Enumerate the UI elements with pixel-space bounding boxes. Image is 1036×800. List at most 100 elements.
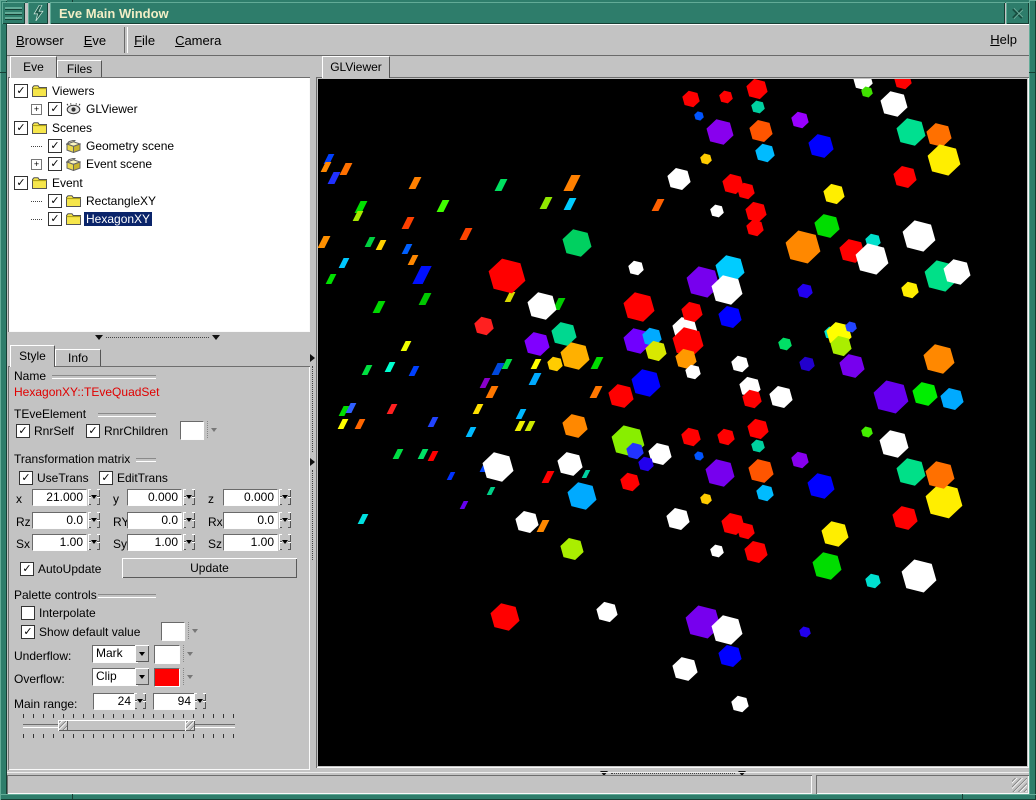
field-rz-spinner[interactable] bbox=[88, 512, 100, 528]
tree-item-scenes[interactable]: ✓ Scenes bbox=[9, 120, 94, 136]
field-label-x: x bbox=[16, 492, 22, 506]
vertical-splitter-arrow[interactable] bbox=[310, 354, 315, 362]
autoupdate-checkbox[interactable]: ✓ bbox=[20, 562, 34, 576]
tree-item-rectanglexy[interactable]: ✓ RectangleXY bbox=[9, 193, 158, 209]
slider-handle-right[interactable] bbox=[185, 720, 195, 731]
overflow-color-dropdown[interactable] bbox=[183, 668, 196, 685]
field-ry-spinner[interactable] bbox=[183, 512, 195, 528]
tree-expander-icon[interactable]: + bbox=[31, 104, 42, 115]
tab-style[interactable]: Style bbox=[10, 345, 55, 367]
tree-item-event[interactable]: ✓ Event bbox=[9, 175, 85, 191]
range-min-spinner[interactable] bbox=[134, 693, 146, 709]
tree-checkbox[interactable]: ✓ bbox=[48, 102, 62, 116]
overflow-color-swatch[interactable] bbox=[154, 668, 180, 687]
tree-item-label[interactable]: Event bbox=[50, 176, 85, 190]
showdefault-color-dropdown[interactable] bbox=[188, 622, 201, 639]
tree-item-hexagonxy[interactable]: ✓ HexagonXY bbox=[9, 211, 152, 227]
tree-item-label[interactable]: HexagonXY bbox=[84, 212, 152, 226]
menu-item-camera[interactable]: Camera bbox=[171, 33, 225, 48]
tree-item-viewers[interactable]: ✓ Viewers bbox=[9, 83, 96, 99]
tab-info[interactable]: Info bbox=[55, 349, 101, 367]
field-x-spinner[interactable] bbox=[88, 489, 100, 505]
showdefault-checkbox[interactable]: ✓ bbox=[21, 625, 35, 639]
field-sy-spinner[interactable] bbox=[183, 534, 195, 550]
menu-item-file[interactable]: File bbox=[130, 33, 159, 48]
menu-item-eve[interactable]: Eve bbox=[80, 33, 110, 48]
field-rx-spinner[interactable] bbox=[279, 512, 291, 528]
gl-hexagon-shape bbox=[926, 484, 963, 519]
resize-grip[interactable] bbox=[1012, 778, 1027, 792]
underflow-combobox[interactable]: Mark bbox=[92, 645, 138, 663]
tree-item-label[interactable]: Scenes bbox=[50, 121, 94, 135]
window-frame-left[interactable] bbox=[0, 0, 7, 800]
tab-files[interactable]: Files bbox=[57, 60, 102, 78]
gl-hexagon-shape bbox=[638, 457, 653, 472]
underflow-color-swatch[interactable] bbox=[154, 645, 180, 664]
tree-checkbox[interactable]: ✓ bbox=[48, 212, 62, 226]
left-horizontal-splitter[interactable] bbox=[95, 333, 220, 342]
interpolate-checkbox[interactable] bbox=[21, 606, 35, 620]
tab-eve[interactable]: Eve bbox=[10, 56, 57, 78]
titlebar[interactable]: Eve Main Window bbox=[50, 2, 1005, 24]
window-menu-button[interactable] bbox=[2, 2, 25, 24]
field-rz-input[interactable]: 0.0 bbox=[32, 512, 87, 529]
field-x-input[interactable]: 21.000 bbox=[32, 489, 87, 506]
field-sx-input[interactable]: 1.00 bbox=[32, 534, 87, 551]
overflow-combobox[interactable]: Clip bbox=[92, 668, 138, 686]
gl-quad-shape bbox=[418, 449, 429, 459]
tree-item-label[interactable]: RectangleXY bbox=[84, 194, 158, 208]
gl-quad-shape bbox=[402, 217, 415, 229]
tree-item-label[interactable]: Viewers bbox=[50, 84, 96, 98]
update-button[interactable]: Update bbox=[122, 558, 297, 578]
range-max-input[interactable]: 94 bbox=[153, 693, 195, 710]
vertical-splitter-arrow[interactable] bbox=[310, 458, 315, 466]
field-label-rz: Rz bbox=[16, 515, 31, 529]
showdefault-color-swatch[interactable] bbox=[161, 622, 185, 641]
field-sy-input[interactable]: 1.00 bbox=[127, 534, 182, 551]
tree-item-label[interactable]: Event scene bbox=[84, 157, 154, 171]
overflow-combo-button[interactable] bbox=[135, 668, 149, 685]
close-button[interactable] bbox=[1006, 2, 1029, 24]
gl-canvas[interactable] bbox=[318, 79, 1027, 766]
tree-item-label[interactable]: Geometry scene bbox=[84, 139, 176, 153]
gl-quad-shape bbox=[365, 237, 376, 247]
tree-item-label[interactable]: GLViewer bbox=[84, 102, 140, 116]
range-max-spinner[interactable] bbox=[194, 693, 206, 709]
menu-item-help[interactable]: Help bbox=[986, 32, 1021, 47]
field-y-input[interactable]: 0.000 bbox=[127, 489, 182, 506]
main-range-label: Main range: bbox=[14, 697, 77, 711]
range-min-input[interactable]: 24 bbox=[93, 693, 135, 710]
field-rx-input[interactable]: 0.0 bbox=[223, 512, 278, 529]
tab-glviewer[interactable]: GLViewer bbox=[322, 56, 390, 78]
field-ry-input[interactable]: 0.0 bbox=[127, 512, 182, 529]
gl-hexagon-shape bbox=[880, 430, 909, 458]
tree-checkbox[interactable]: ✓ bbox=[14, 84, 28, 98]
window-title: Eve Main Window bbox=[59, 6, 169, 21]
tree-checkbox[interactable]: ✓ bbox=[48, 194, 62, 208]
underflow-combo-button[interactable] bbox=[135, 645, 149, 662]
tree-checkbox[interactable]: ✓ bbox=[14, 121, 28, 135]
gl-hexagon-shape bbox=[778, 338, 792, 351]
menu-item-browser[interactable]: Browser bbox=[12, 33, 68, 48]
app-icon-button[interactable] bbox=[28, 2, 48, 24]
tree-checkbox[interactable]: ✓ bbox=[48, 139, 62, 153]
field-z-input[interactable]: 0.000 bbox=[223, 489, 278, 506]
tree-expander-icon[interactable]: + bbox=[31, 159, 42, 170]
tree-item-geometry-scene[interactable]: ✓ Geometry scene bbox=[9, 138, 176, 154]
field-sz-spinner[interactable] bbox=[279, 534, 291, 550]
tree-checkbox[interactable]: ✓ bbox=[14, 176, 28, 190]
window-frame-right[interactable] bbox=[1029, 0, 1036, 800]
slider-bar[interactable] bbox=[58, 720, 195, 731]
tree-item-event-scene[interactable]: + ✓ Event scene bbox=[9, 156, 154, 172]
field-y-spinner[interactable] bbox=[183, 489, 195, 505]
field-sx-spinner[interactable] bbox=[88, 534, 100, 550]
underflow-color-dropdown[interactable] bbox=[183, 645, 196, 662]
tree-item-glviewer[interactable]: + ✓ GLViewer bbox=[9, 101, 140, 117]
slider-handle-left[interactable] bbox=[58, 720, 68, 731]
field-sz-input[interactable]: 1.00 bbox=[223, 534, 278, 551]
window-frame-bottom[interactable] bbox=[0, 794, 1036, 800]
eve-tree-panel[interactable]: ✓Viewers+✓GLViewer✓Scenes✓Geometry scene… bbox=[8, 77, 310, 332]
tree-checkbox[interactable]: ✓ bbox=[48, 157, 62, 171]
field-z-spinner[interactable] bbox=[279, 489, 291, 505]
range-slider[interactable] bbox=[23, 720, 235, 731]
